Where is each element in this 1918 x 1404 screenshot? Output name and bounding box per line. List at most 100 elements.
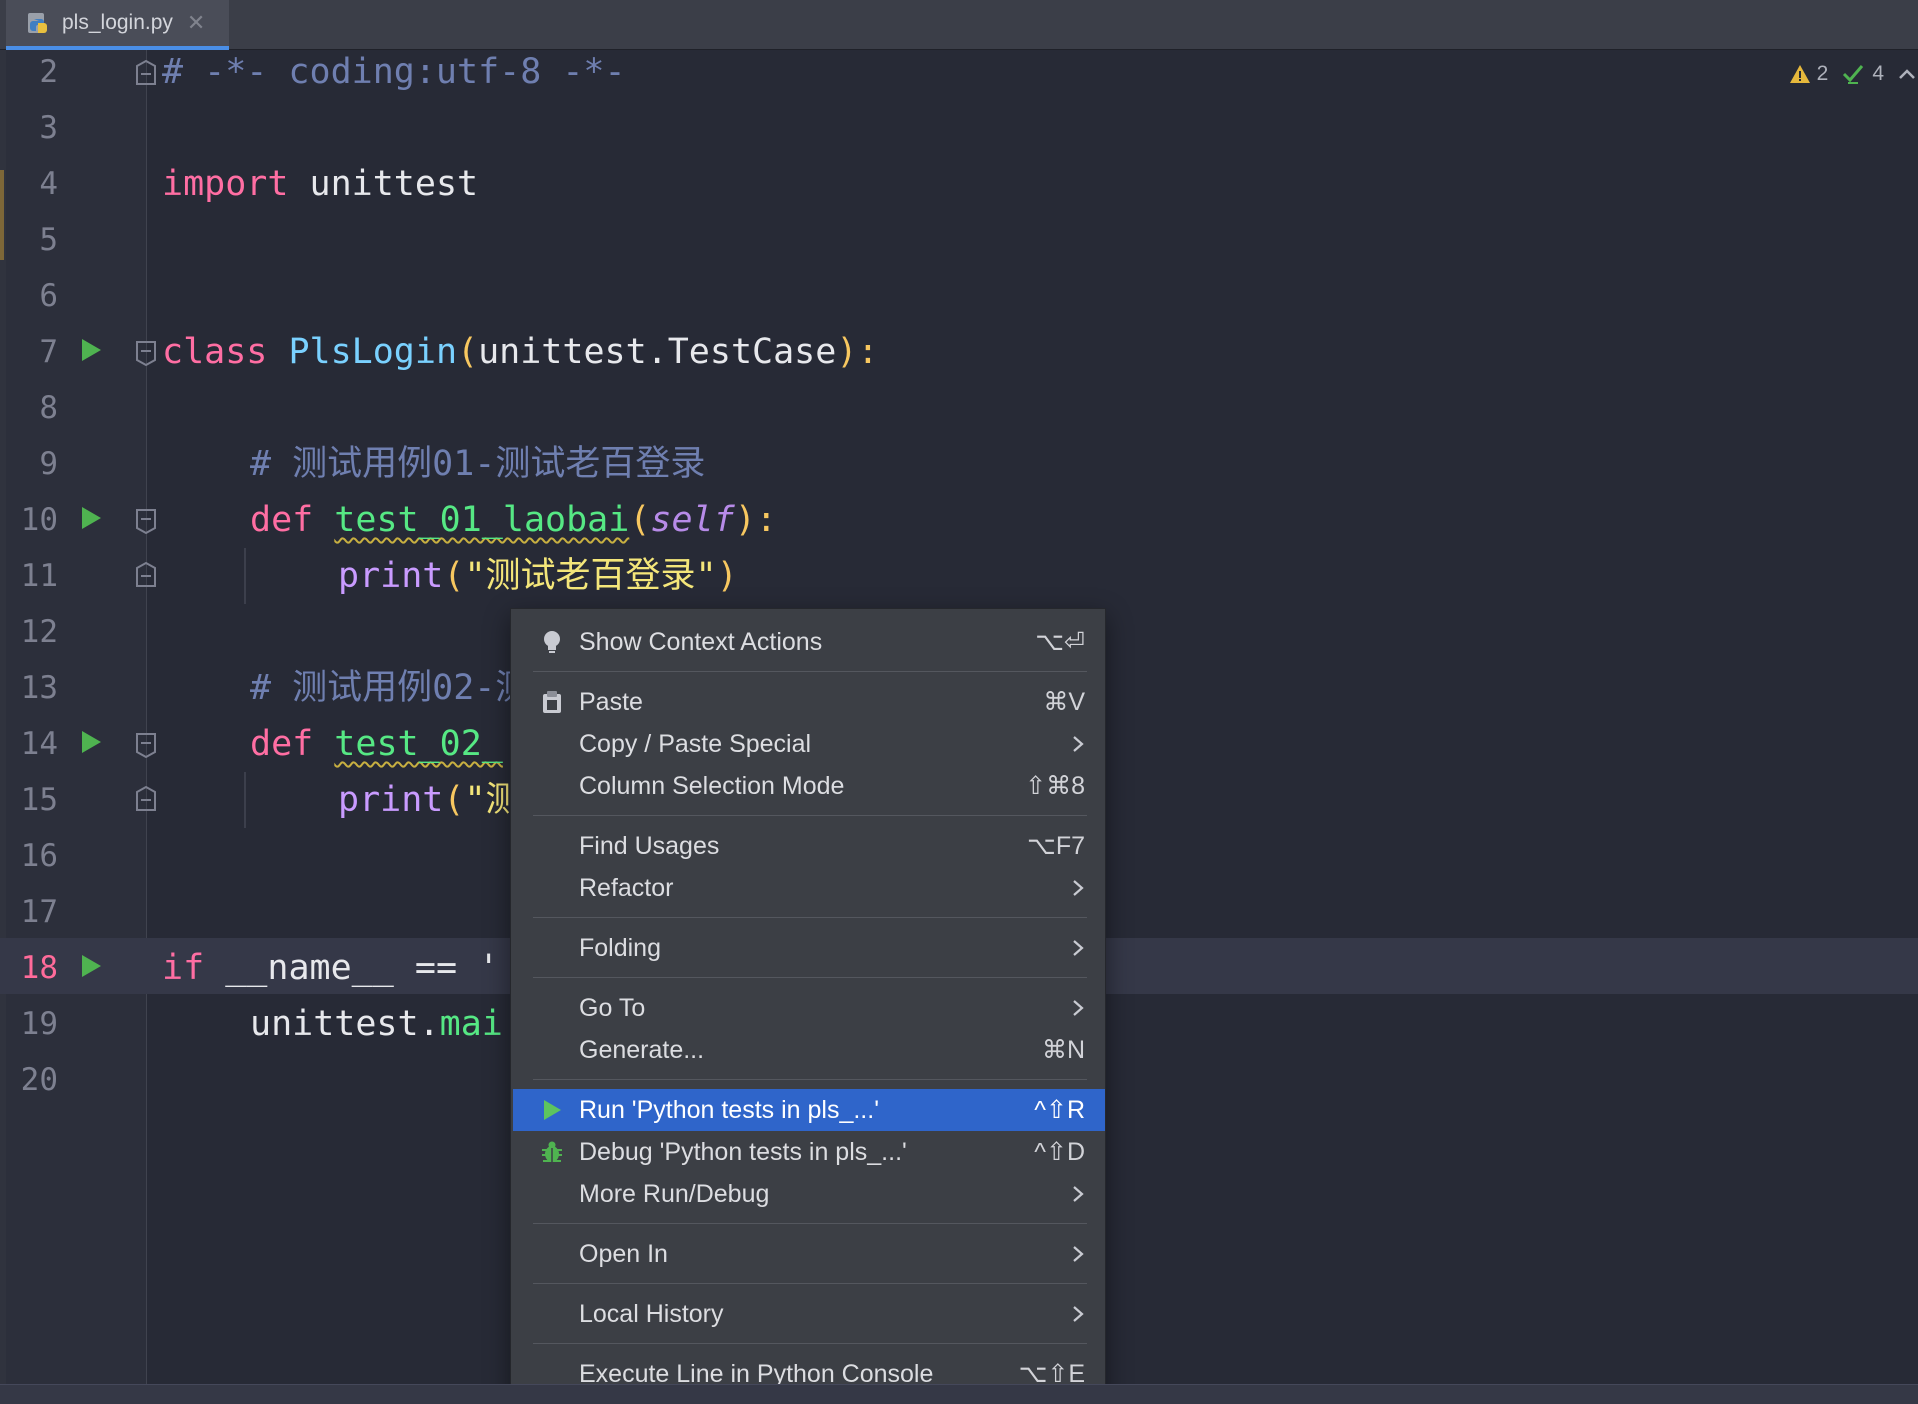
menu-item-label: More Run/Debug [579,1179,770,1208]
line-number: 20 [20,1062,58,1098]
run-class-icon[interactable] [80,338,102,362]
menu-item-more-run-debug[interactable]: More Run/Debug [513,1173,1105,1215]
menu-item-label: Generate... [579,1035,705,1064]
line-number: 10 [20,502,58,538]
paren: ): [734,500,777,540]
menu-separator [533,977,1087,978]
line-number-active: 18 [20,950,58,986]
line-number: 5 [39,222,58,258]
check-count[interactable]: 4 [1842,62,1884,86]
warning-count-label: 2 [1816,62,1829,85]
menu-item-local-history[interactable]: Local History [513,1293,1105,1335]
menu-item-run-tests[interactable]: Run 'Python tests in pls_...' ^⇧R [513,1089,1105,1131]
menu-item-label: Go To [579,993,646,1022]
menu-item-label: Refactor [579,873,674,902]
fold-start-icon[interactable] [135,340,157,366]
run-test-icon[interactable] [80,730,102,754]
code-line-2: # -*- coding:utf-8 -*- [162,52,626,92]
file-tab[interactable]: pls_login.py ✕ [6,0,229,50]
code-line-18: if __name__ == ' [162,940,499,996]
keyword: import [162,164,289,204]
menu-item-show-context-actions[interactable]: Show Context Actions ⌥⏎ [513,621,1105,663]
menu-item-label: Find Usages [579,831,720,860]
menu-item-debug-tests[interactable]: Debug 'Python tests in pls_...' ^⇧D [513,1131,1105,1173]
keyword: def [250,500,314,540]
paren: ( [443,556,465,596]
fold-start-icon[interactable] [135,60,157,86]
builtin-print: print [338,780,444,820]
paren: ): [836,332,879,372]
line-number: 3 [39,110,58,146]
menu-separator [533,1079,1087,1080]
code-line-11: print("测试老百登录") [338,548,738,604]
menu-item-paste[interactable]: Paste ⌘V [513,681,1105,723]
line-number: 15 [20,782,58,818]
code-line-15: print("测 [338,772,521,828]
menu-item-generate[interactable]: Generate... ⌘N [513,1029,1105,1071]
self-param: self [650,500,735,540]
chevron-right-icon [1073,1306,1084,1322]
paren: ( [443,780,465,820]
menu-item-go-to[interactable]: Go To [513,987,1105,1029]
fold-start-icon[interactable] [135,732,157,758]
module-ref: unittest. [250,1004,440,1044]
editor-context-menu: Show Context Actions ⌥⏎ Paste ⌘V Copy / … [510,608,1106,1404]
run-test-icon[interactable] [80,506,102,530]
menu-separator [533,917,1087,918]
paren: ( [629,500,651,540]
menu-item-copy-paste-special[interactable]: Copy / Paste Special [513,723,1105,765]
chevron-right-icon [1073,1246,1084,1262]
menu-separator [533,1223,1087,1224]
code-line-4: import unittest [162,156,478,212]
menu-item-find-usages[interactable]: Find Usages ⌥F7 [513,825,1105,867]
function-call: mai [439,1004,503,1044]
line-number: 7 [39,334,58,370]
close-tab-icon[interactable]: ✕ [187,10,205,36]
line-number: 12 [20,614,58,650]
code-line-19: unittest.mai [250,996,503,1052]
fold-start-icon[interactable] [135,508,157,534]
code-line-14: def test_02_ [250,716,503,772]
warning-icon [1789,65,1810,83]
class-name: PlsLogin [288,332,458,372]
code-line-13: # 测试用例02-测 [250,668,531,708]
code-line-10: def test_01_laobai(self): [250,492,777,548]
menu-item-folding[interactable]: Folding [513,927,1105,969]
menu-item-shortcut: ⇧⌘8 [1025,772,1085,800]
menu-item-label: Folding [579,933,661,962]
module-name: unittest [288,164,479,204]
fold-end-icon[interactable] [135,562,157,588]
menu-item-refactor[interactable]: Refactor [513,867,1105,909]
line-number: 14 [20,726,58,762]
chevron-up-icon[interactable] [1898,67,1916,81]
menu-item-shortcut: ^⇧D [1034,1138,1085,1166]
line-number: 4 [39,166,58,202]
menu-item-column-selection-mode[interactable]: Column Selection Mode ⇧⌘8 [513,765,1105,807]
inspection-widget[interactable]: 2 4 [1789,58,1918,90]
check-count-label: 4 [1872,62,1884,85]
fold-end-icon[interactable] [135,786,157,812]
double-check-icon [1843,65,1864,84]
menu-item-shortcut: ⌥F7 [1027,832,1085,860]
menu-item-label: Copy / Paste Special [579,729,812,758]
menu-item-open-in[interactable]: Open In [513,1233,1105,1275]
line-number: 8 [39,390,58,426]
menu-separator [533,1343,1087,1344]
run-main-icon[interactable] [80,954,102,978]
chevron-right-icon [1073,880,1084,896]
bottom-breadcrumb-bar [0,1384,1918,1404]
warning-count[interactable]: 2 [1789,62,1829,86]
keyword: if [162,948,205,988]
menu-item-label: Open In [579,1239,668,1268]
keyword: def [250,724,314,764]
line-number: 13 [20,670,58,706]
file-tab-label: pls_login.py [62,11,173,34]
menu-item-label: Paste [579,687,643,716]
main-guard: __name__ == ' [204,948,500,988]
chevron-right-icon [1073,736,1084,752]
lightbulb-icon [539,629,565,655]
menu-separator [533,815,1087,816]
python-file-icon [28,13,47,33]
line-number: 16 [20,838,58,874]
line-number: 19 [20,1006,58,1042]
